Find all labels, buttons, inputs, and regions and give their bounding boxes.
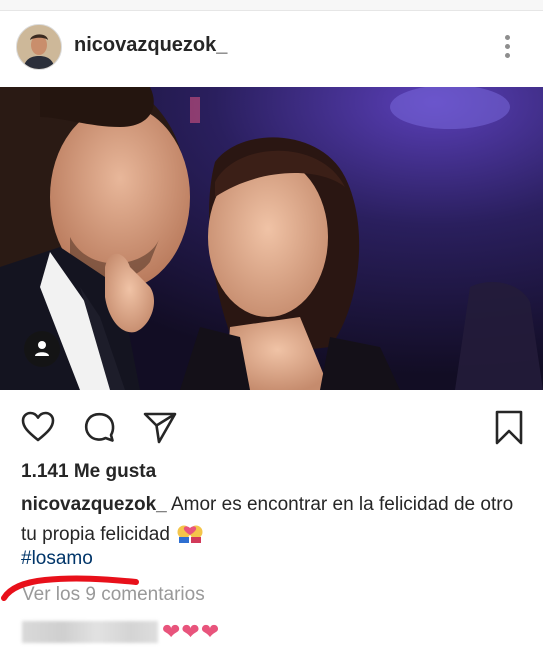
post-username[interactable]: nicovazquezok_ <box>74 34 227 57</box>
likes-count[interactable]: 1.141 Me gusta <box>21 461 156 483</box>
post-header: nicovazquezok_ <box>0 14 543 80</box>
caption-username[interactable]: nicovazquezok_ <box>21 494 167 515</box>
comment-text: ❤❤❤ <box>162 619 221 644</box>
couple-with-heart-icon <box>177 521 203 553</box>
top-divider <box>0 0 543 11</box>
user-tag-icon[interactable] <box>24 331 60 367</box>
avatar[interactable] <box>16 24 62 70</box>
red-scribble-annotation <box>1 575 139 601</box>
post-photo[interactable] <box>0 87 543 390</box>
action-bar <box>0 402 543 452</box>
bookmark-icon[interactable] <box>490 408 528 446</box>
blurred-commenter-name <box>22 621 158 643</box>
heart-icon[interactable] <box>19 408 57 446</box>
paper-plane-icon[interactable] <box>141 408 179 446</box>
comment-bubble-icon[interactable] <box>80 408 118 446</box>
hashtag-link[interactable]: #losamo <box>21 548 93 570</box>
more-options-icon[interactable] <box>496 32 518 62</box>
post-caption: nicovazquezok_ Amor es encontrar en la f… <box>21 490 526 553</box>
